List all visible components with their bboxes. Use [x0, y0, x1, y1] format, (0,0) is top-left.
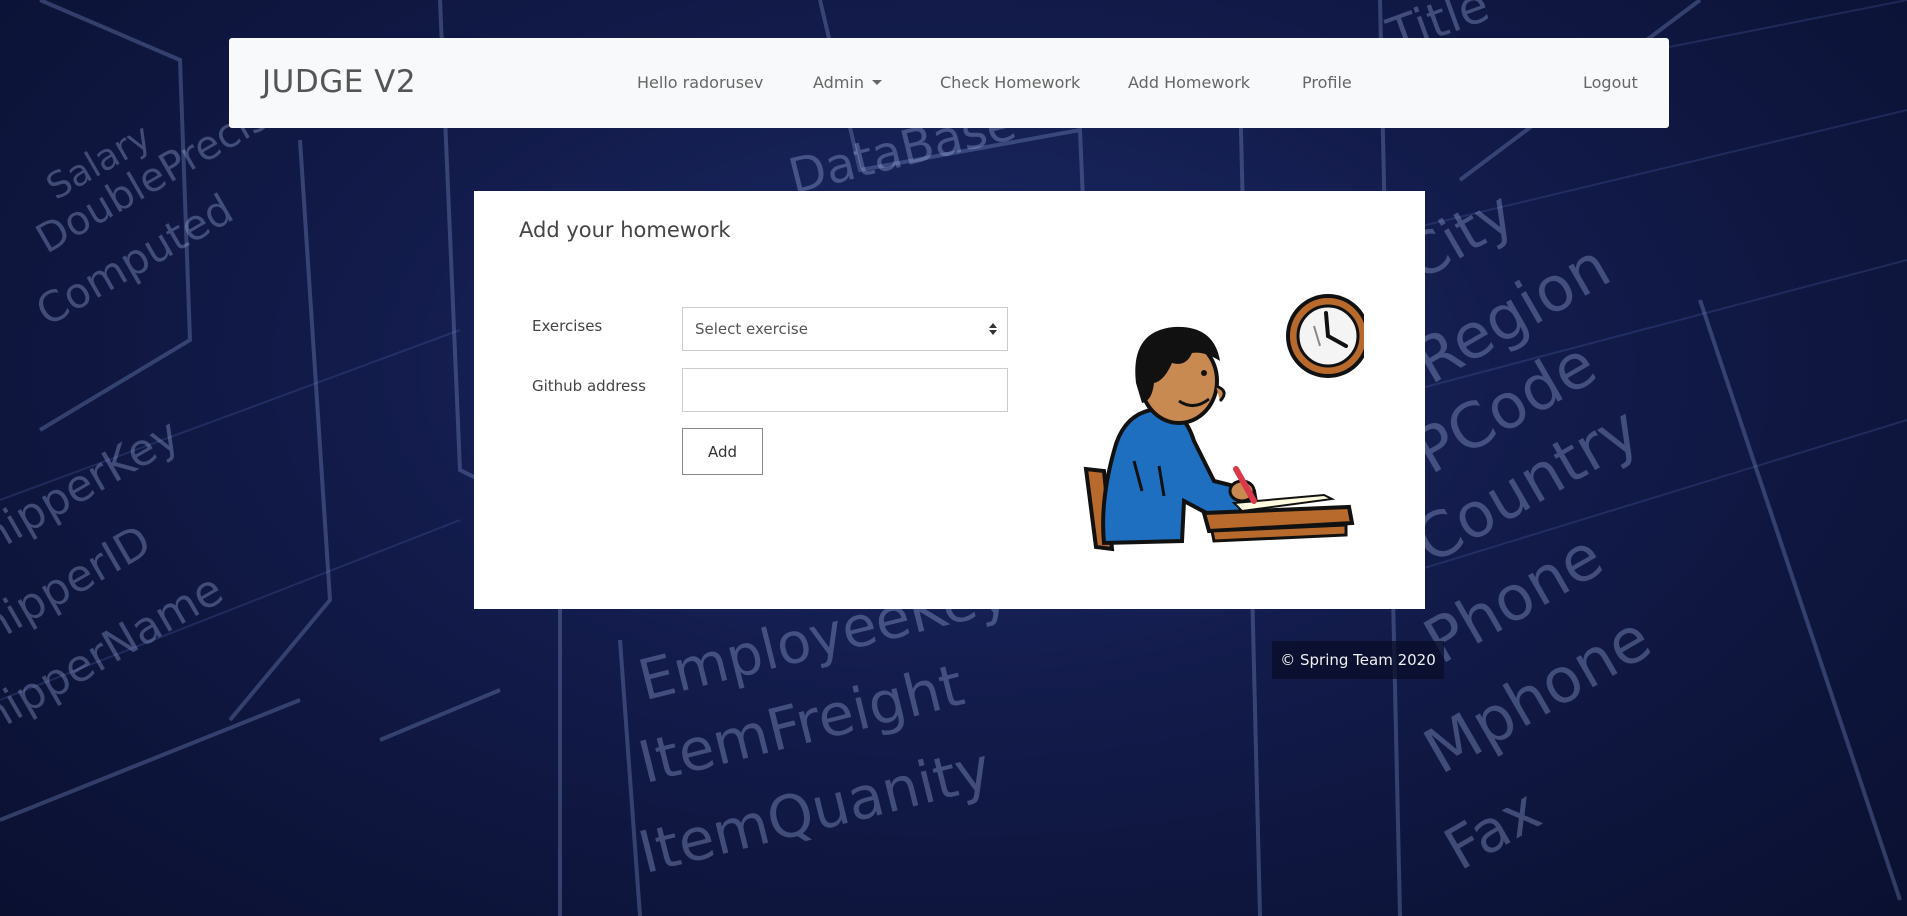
nav-greeting[interactable]: Hello radorusev: [637, 73, 763, 92]
caret-down-icon: [872, 80, 882, 85]
exercises-label: Exercises: [532, 317, 603, 335]
exercise-select[interactable]: Select exercise: [682, 307, 1008, 351]
homework-illustration: [1083, 294, 1364, 552]
github-address-label: Github address: [532, 377, 646, 395]
nav-profile[interactable]: Profile: [1302, 73, 1352, 92]
add-homework-card: Add your homework Exercises Select exerc…: [474, 191, 1425, 609]
github-address-input[interactable]: [682, 368, 1008, 412]
nav-check-homework[interactable]: Check Homework: [940, 73, 1080, 92]
nav-logout[interactable]: Logout: [1583, 73, 1638, 92]
nav-add-homework[interactable]: Add Homework: [1128, 73, 1250, 92]
brand-logo[interactable]: JUDGE V2: [262, 64, 416, 100]
nav-admin-dropdown[interactable]: Admin: [813, 73, 882, 92]
footer-copyright: © Spring Team 2020: [1272, 641, 1444, 679]
nav-admin-label: Admin: [813, 73, 864, 92]
top-navbar: JUDGE V2 Hello radorusev Admin Check Hom…: [229, 38, 1669, 128]
add-button[interactable]: Add: [682, 428, 763, 475]
exercise-select-value: Select exercise: [695, 320, 808, 338]
clock-icon: [1286, 294, 1364, 378]
select-arrows-icon: [989, 323, 997, 335]
card-title: Add your homework: [519, 218, 731, 242]
